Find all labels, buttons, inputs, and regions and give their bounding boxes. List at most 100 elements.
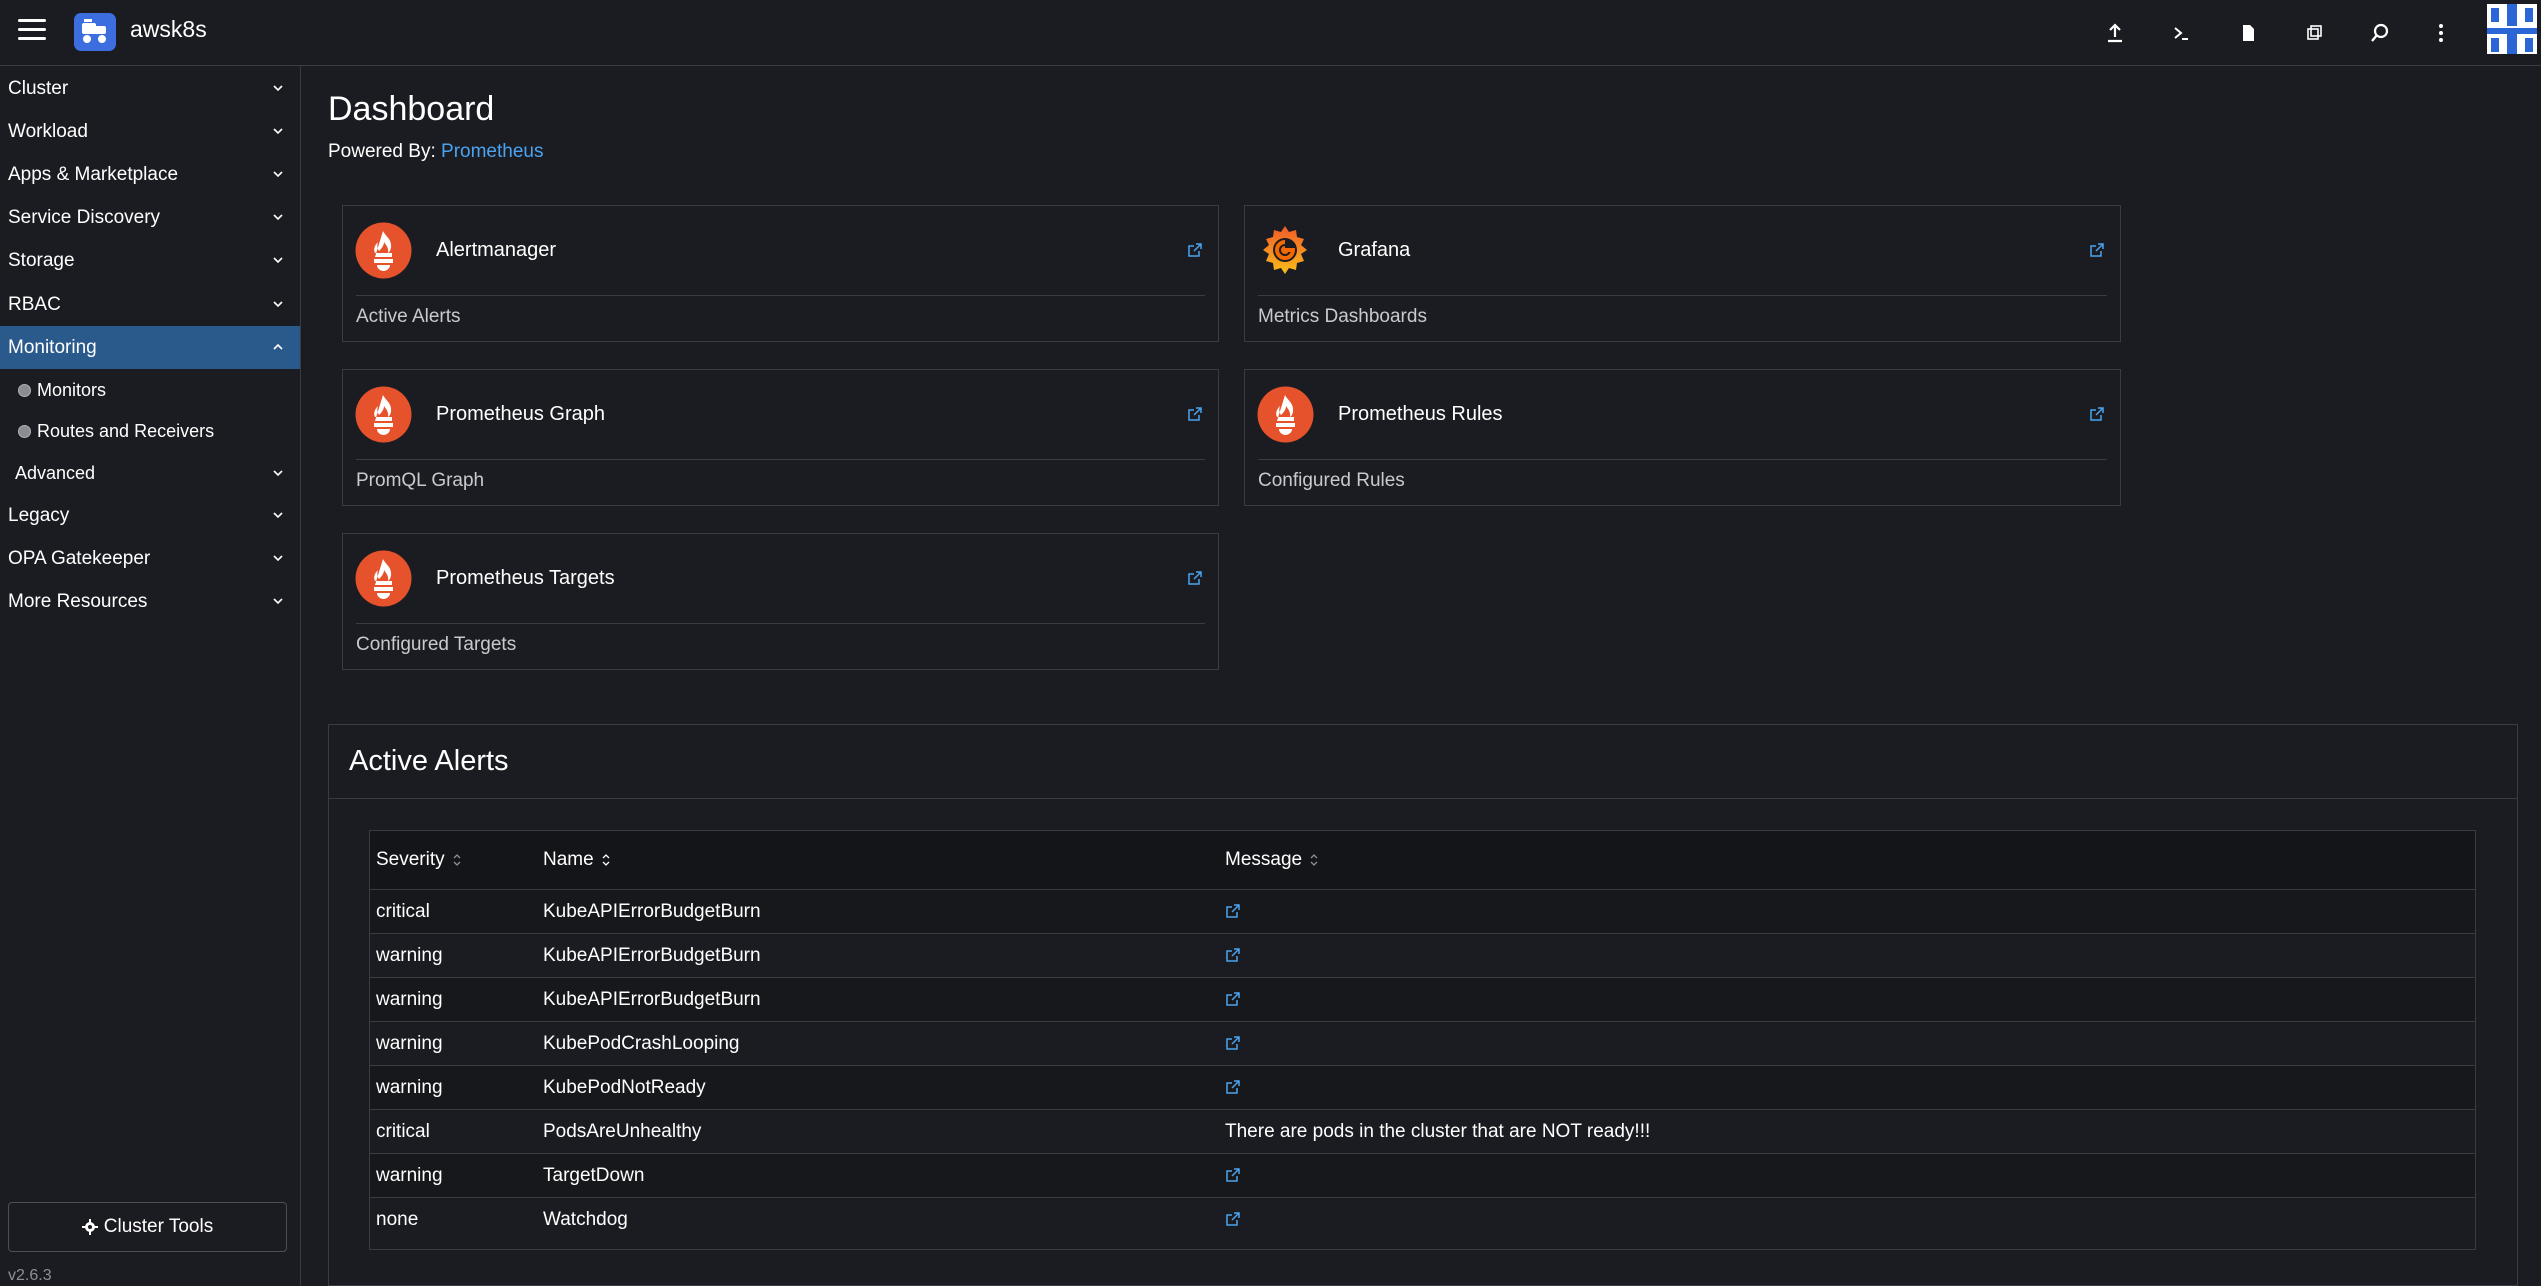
file-icon[interactable]	[2231, 16, 2265, 50]
external-link-icon[interactable]	[2089, 242, 2105, 258]
status-dot-icon	[18, 424, 31, 438]
cell-severity: critical	[376, 1121, 430, 1142]
table-row: warning KubePodCrashLooping	[370, 1022, 2475, 1066]
external-link-icon[interactable]	[1225, 947, 1241, 963]
search-icon[interactable]	[2363, 16, 2397, 50]
upload-icon[interactable]	[2098, 16, 2132, 50]
card-prometheus-rules[interactable]: Prometheus Rules Configured Rules	[1244, 369, 2121, 506]
external-link-icon[interactable]	[2089, 406, 2105, 422]
chevron-down-icon	[273, 171, 283, 178]
sidebar-item-monitors[interactable]: Monitors	[18, 372, 106, 408]
cell-severity: none	[376, 1209, 419, 1230]
table-row: warning KubeAPIErrorBudgetBurn	[370, 978, 2475, 1022]
external-link-icon[interactable]	[1225, 1035, 1241, 1051]
chevron-down-icon	[273, 470, 283, 477]
cell-name: TargetDown	[543, 1165, 645, 1186]
version-label: v2.6.3	[8, 1267, 52, 1284]
cell-name: KubeAPIErrorBudgetBurn	[543, 989, 761, 1010]
powered-by: Powered By: Prometheus	[328, 141, 543, 163]
cell-severity: warning	[376, 1033, 443, 1054]
more-vertical-icon[interactable]	[2424, 16, 2458, 50]
column-header-severity[interactable]: Severity	[376, 849, 462, 871]
card-divider	[356, 623, 1205, 624]
cluster-tools-button[interactable]: Cluster Tools	[8, 1202, 287, 1252]
external-link-icon[interactable]	[1225, 1211, 1241, 1227]
sidebar: Cluster Workload Apps & Marketplace Serv…	[0, 66, 301, 1286]
table-row: warning KubeAPIErrorBudgetBurn	[370, 934, 2475, 978]
column-label: Name	[543, 849, 594, 870]
cluster-name[interactable]: awsk8s	[130, 16, 207, 43]
page-title: Dashboard	[328, 90, 495, 128]
card-subtitle: Active Alerts	[356, 306, 461, 327]
gear-icon	[81, 1219, 98, 1235]
shell-icon[interactable]	[2164, 16, 2198, 50]
external-link-icon[interactable]	[1225, 1167, 1241, 1183]
external-link-icon[interactable]	[1187, 242, 1203, 258]
sidebar-group-apps[interactable]: Apps & Marketplace	[0, 153, 300, 196]
sidebar-group-label: Advanced	[15, 463, 96, 483]
sidebar-group-monitoring[interactable]: Monitoring	[0, 326, 300, 369]
chevron-down-icon	[273, 598, 283, 605]
table-row: critical PodsAreUnhealthy There are pods…	[370, 1110, 2475, 1154]
chevron-down-icon	[273, 214, 283, 221]
cluster-logo-icon	[74, 13, 116, 51]
card-prometheus-graph[interactable]: Prometheus Graph PromQL Graph	[342, 369, 1219, 506]
sidebar-group-workload[interactable]: Workload	[0, 110, 300, 153]
external-link-icon[interactable]	[1225, 903, 1241, 919]
card-divider	[1258, 459, 2107, 460]
table-row: none Watchdog	[370, 1198, 2475, 1242]
card-subtitle: Metrics Dashboards	[1258, 306, 1427, 327]
sidebar-group-label: Service Discovery	[8, 206, 161, 228]
sidebar-group-opa-gatekeeper[interactable]: OPA Gatekeeper	[0, 537, 300, 580]
external-link-icon[interactable]	[1225, 1079, 1241, 1095]
cell-severity: critical	[376, 901, 430, 922]
sidebar-group-cluster[interactable]: Cluster	[0, 67, 300, 110]
chevron-down-icon	[273, 512, 283, 519]
external-link-icon[interactable]	[1187, 570, 1203, 586]
card-divider	[356, 295, 1205, 296]
column-label: Severity	[376, 849, 445, 870]
cell-name: KubePodCrashLooping	[543, 1033, 740, 1054]
sidebar-group-label: Apps & Marketplace	[8, 163, 179, 185]
chevron-down-icon	[273, 128, 283, 135]
table-row: warning KubePodNotReady	[370, 1066, 2475, 1110]
card-title: Prometheus Rules	[1338, 403, 1503, 425]
chevron-down-icon	[273, 555, 283, 562]
card-grafana[interactable]: Grafana Metrics Dashboards	[1244, 205, 2121, 342]
sidebar-group-more-resources[interactable]: More Resources	[0, 580, 300, 623]
cell-name: KubePodNotReady	[543, 1077, 706, 1098]
avatar[interactable]	[2487, 4, 2537, 54]
column-header-name[interactable]: Name	[543, 849, 611, 871]
sidebar-group-service-discovery[interactable]: Service Discovery	[0, 196, 300, 239]
sidebar-group-advanced[interactable]: Advanced	[0, 452, 300, 495]
cell-name: PodsAreUnhealthy	[543, 1121, 702, 1142]
table-row: critical KubeAPIErrorBudgetBurn	[370, 890, 2475, 934]
card-subtitle: Configured Targets	[356, 634, 517, 655]
sidebar-group-rbac[interactable]: RBAC	[0, 283, 300, 326]
prometheus-link[interactable]: Prometheus	[441, 141, 543, 162]
card-prometheus-targets[interactable]: Prometheus Targets Configured Targets	[342, 533, 1219, 670]
sidebar-group-label: Cluster	[8, 77, 69, 99]
chevron-down-icon	[273, 301, 283, 308]
menu-icon[interactable]	[18, 19, 46, 41]
sidebar-item-label: Monitors	[37, 379, 107, 400]
sidebar-group-label: Workload	[8, 120, 88, 142]
chevron-down-icon	[273, 85, 283, 92]
external-link-icon[interactable]	[1187, 406, 1203, 422]
cell-name: KubeAPIErrorBudgetBurn	[543, 945, 761, 966]
chevron-down-icon	[273, 257, 283, 264]
card-alertmanager[interactable]: Alertmanager Active Alerts	[342, 205, 1219, 342]
copy-icon[interactable]	[2297, 16, 2331, 50]
cell-name: KubeAPIErrorBudgetBurn	[543, 901, 761, 922]
active-alerts-title: Active Alerts	[349, 745, 509, 777]
card-divider	[1258, 295, 2107, 296]
prometheus-icon	[355, 386, 412, 443]
card-title: Prometheus Graph	[436, 403, 605, 425]
active-alerts-panel: Active Alerts Severity Name Message crit…	[328, 724, 2518, 1286]
column-header-message[interactable]: Message	[1225, 849, 1319, 871]
external-link-icon[interactable]	[1225, 991, 1241, 1007]
cell-severity: warning	[376, 989, 443, 1010]
sidebar-group-storage[interactable]: Storage	[0, 239, 300, 282]
sidebar-item-routes-receivers[interactable]: Routes and Receivers	[18, 413, 214, 449]
sidebar-group-legacy[interactable]: Legacy	[0, 494, 300, 537]
